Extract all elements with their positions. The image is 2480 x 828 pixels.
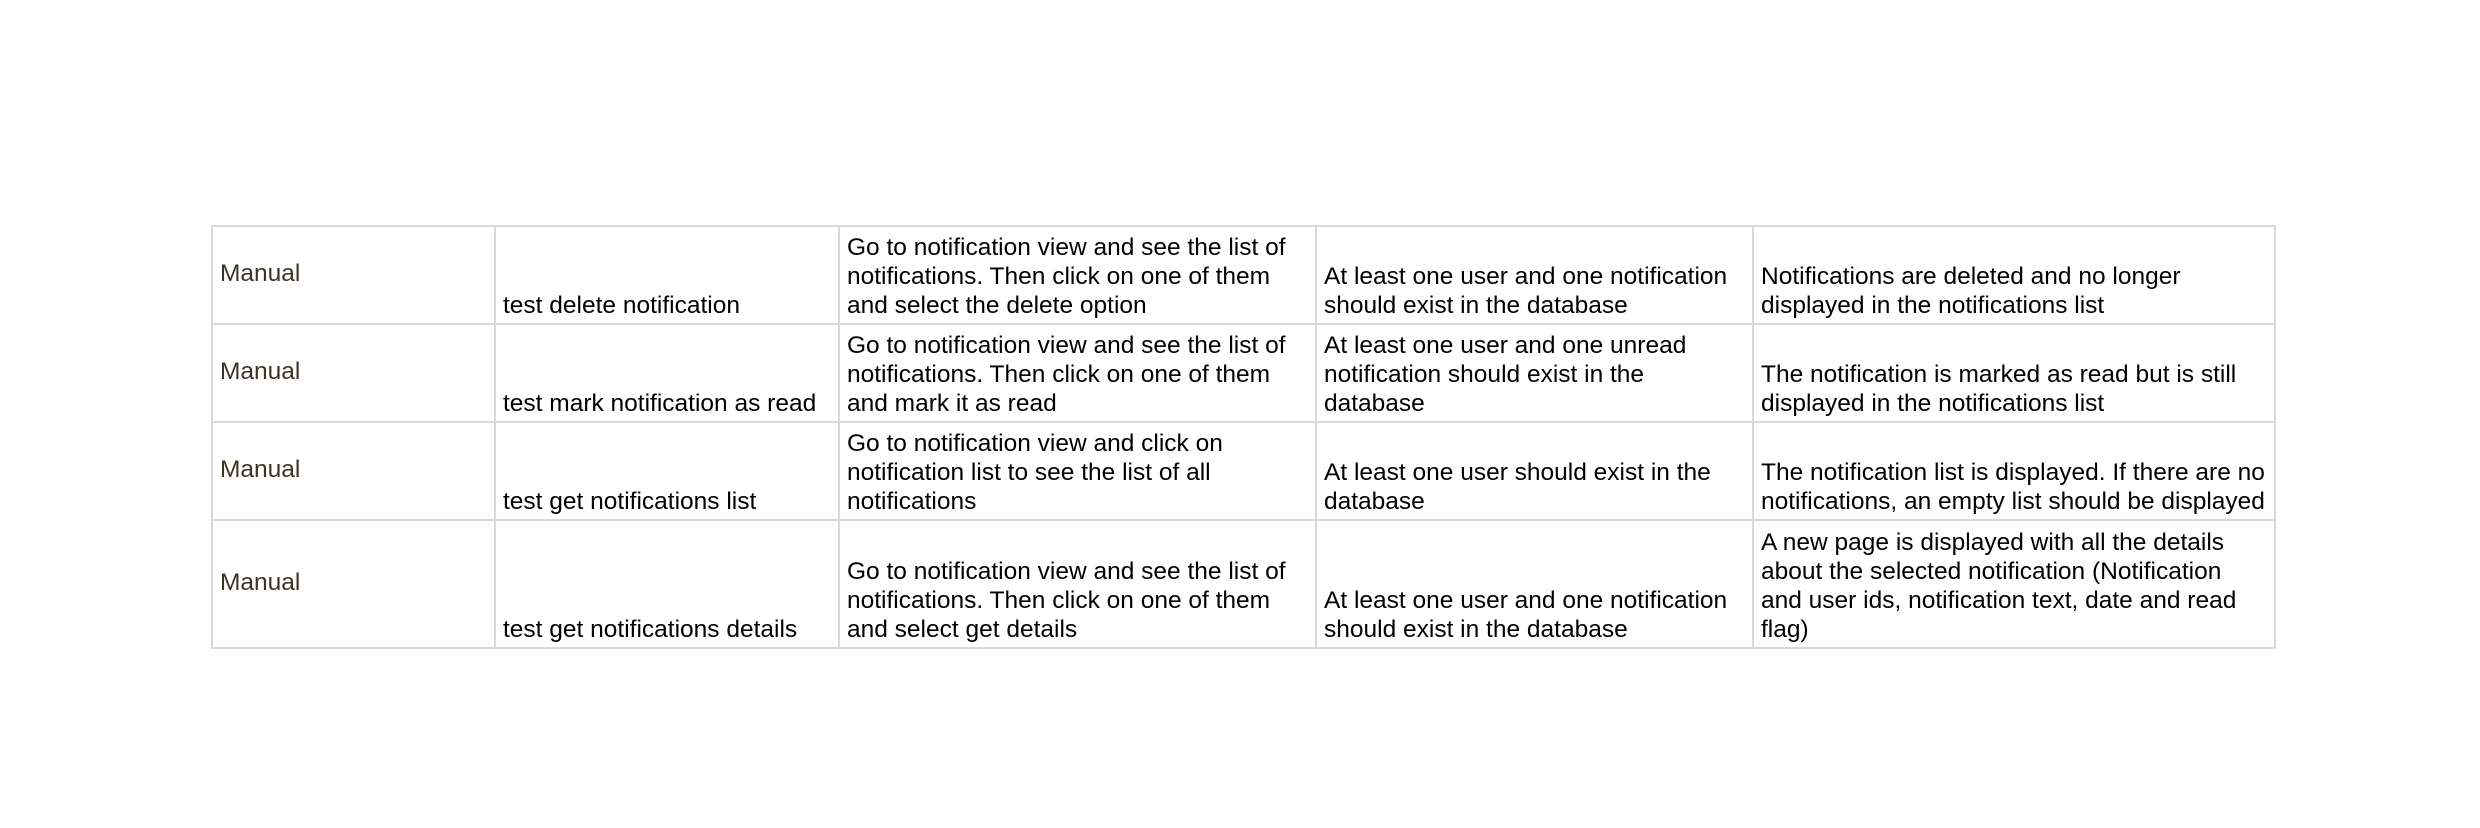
precondition-cell[interactable]: At least one user and one notification s… — [1315, 519, 1754, 649]
test-steps-cell[interactable]: Go to notification view and see the list… — [838, 225, 1317, 325]
test-name-cell[interactable]: test mark notification as read — [494, 323, 840, 423]
test-type-cell[interactable]: Manual — [211, 225, 496, 325]
test-steps-cell[interactable]: Go to notification view and see the list… — [838, 519, 1317, 649]
precondition-cell[interactable]: At least one user and one notification s… — [1315, 225, 1754, 325]
table-row: Manual test mark notification as read Go… — [211, 323, 2276, 423]
table-row: Manual test get notifications list Go to… — [211, 421, 2276, 521]
test-name-cell[interactable]: test get notifications list — [494, 421, 840, 521]
precondition-cell[interactable]: At least one user and one unread notific… — [1315, 323, 1754, 423]
expected-result-cell[interactable]: The notification is marked as read but i… — [1752, 323, 2276, 423]
test-cases-table: Manual test delete notification Go to no… — [211, 225, 2276, 649]
test-name-cell[interactable]: test get notifications details — [494, 519, 840, 649]
test-type-cell[interactable]: Manual — [211, 323, 496, 423]
table-row: Manual test delete notification Go to no… — [211, 225, 2276, 325]
precondition-cell[interactable]: At least one user should exist in the da… — [1315, 421, 1754, 521]
expected-result-cell[interactable]: The notification list is displayed. If t… — [1752, 421, 2276, 521]
test-name-cell[interactable]: test delete notification — [494, 225, 840, 325]
table-row: Manual test get notifications details Go… — [211, 519, 2276, 649]
test-type-cell[interactable]: Manual — [211, 421, 496, 521]
test-type-cell[interactable]: Manual — [211, 519, 496, 649]
expected-result-cell[interactable]: Notifications are deleted and no longer … — [1752, 225, 2276, 325]
expected-result-cell[interactable]: A new page is displayed with all the det… — [1752, 519, 2276, 649]
test-steps-cell[interactable]: Go to notification view and click on not… — [838, 421, 1317, 521]
test-steps-cell[interactable]: Go to notification view and see the list… — [838, 323, 1317, 423]
